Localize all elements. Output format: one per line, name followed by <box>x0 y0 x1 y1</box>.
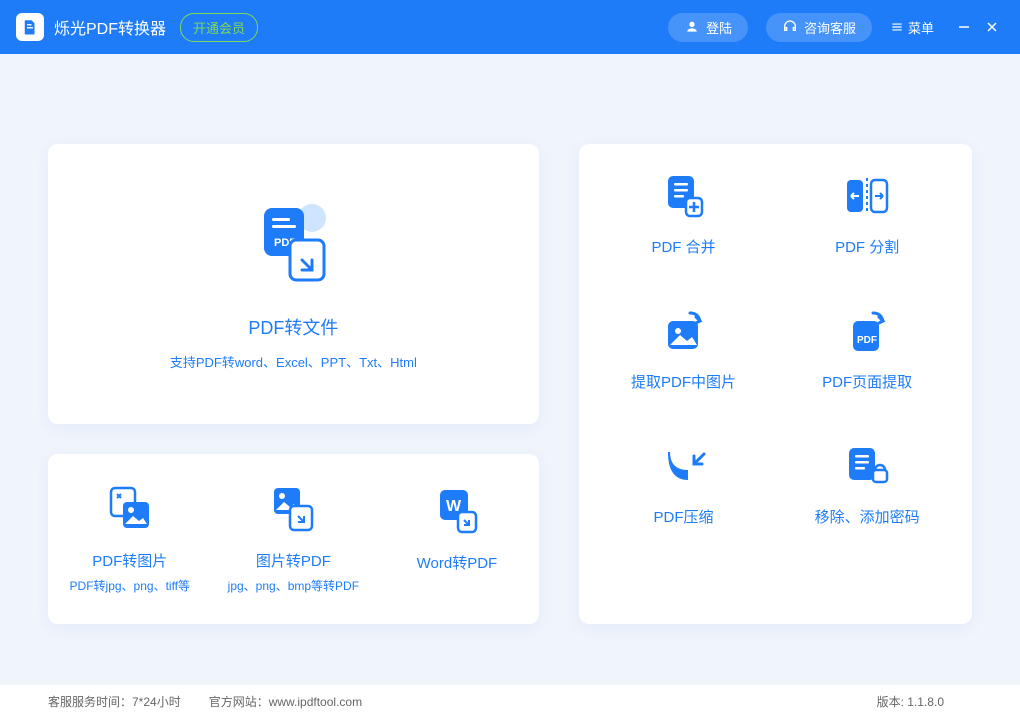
svg-text:PDF: PDF <box>857 335 877 346</box>
hero-title: PDF转文件 <box>248 314 338 340</box>
official-website[interactable]: 官方网站：www.ipdftool.com <box>209 693 362 710</box>
card-title: PDF压缩 <box>654 506 714 527</box>
titlebar: 烁光PDF转换器 开通会员 登陆 咨询客服 菜单 <box>0 0 1020 54</box>
app-title: 烁光PDF转换器 <box>54 15 166 39</box>
pdf-merge-card[interactable]: PDF 合并 <box>597 172 771 257</box>
image-to-pdf-icon <box>268 484 318 534</box>
pdf-compress-card[interactable]: PDF压缩 <box>597 442 771 527</box>
minimize-button[interactable] <box>952 15 976 39</box>
pdf-to-file-icon: PDF <box>248 198 338 288</box>
hamburger-icon <box>890 20 904 34</box>
card-title: PDF转图片 <box>92 550 167 571</box>
app-logo <box>16 13 44 41</box>
card-title: PDF 合并 <box>651 236 715 257</box>
pdf-split-card[interactable]: PDF 分割 <box>780 172 954 257</box>
main-content: PDF PDF转文件 支持PDF转word、Excel、PPT、Txt、Html <box>0 54 1020 624</box>
pdf-split-icon <box>843 172 891 220</box>
support-button[interactable]: 咨询客服 <box>766 13 872 42</box>
pdf-password-card[interactable]: 移除、添加密码 <box>780 442 954 527</box>
card-title: 移除、添加密码 <box>815 506 920 527</box>
extract-images-card[interactable]: 提取PDF中图片 <box>597 307 771 392</box>
service-time: 客服服务时间：7*24小时 <box>48 693 181 710</box>
card-subtitle: PDF转jpg、png、tiff等 <box>70 577 191 594</box>
card-title: Word转PDF <box>417 552 498 573</box>
card-title: PDF页面提取 <box>822 371 912 392</box>
extract-pages-card[interactable]: PDF PDF页面提取 <box>780 307 954 392</box>
pdf-to-image-icon <box>105 484 155 534</box>
word-to-pdf-card[interactable]: W Word转PDF <box>375 454 539 624</box>
menu-button[interactable]: 菜单 <box>890 18 934 37</box>
login-button[interactable]: 登陆 <box>668 13 748 42</box>
card-title: 图片转PDF <box>256 550 331 571</box>
vip-button[interactable]: 开通会员 <box>180 13 258 42</box>
word-to-pdf-icon: W <box>432 486 482 536</box>
close-button[interactable] <box>980 15 1004 39</box>
hero-subtitle: 支持PDF转word、Excel、PPT、Txt、Html <box>170 352 417 371</box>
pdf-merge-icon <box>660 172 708 220</box>
user-icon <box>684 19 700 35</box>
card-title: PDF 分割 <box>835 236 899 257</box>
version-label: 版本: 1.1.8.0 <box>877 693 944 710</box>
minimize-icon <box>958 21 970 33</box>
close-icon <box>986 21 998 33</box>
card-subtitle: jpg、png、bmp等转PDF <box>228 577 359 594</box>
pdf-compress-icon <box>660 442 708 490</box>
card-title: 提取PDF中图片 <box>631 371 736 392</box>
pdf-to-file-card[interactable]: PDF PDF转文件 支持PDF转word、Excel、PPT、Txt、Html <box>48 144 539 424</box>
pdf-password-icon <box>843 442 891 490</box>
image-to-pdf-card[interactable]: 图片转PDF jpg、png、bmp等转PDF <box>212 454 376 624</box>
extract-images-icon <box>660 307 708 355</box>
pdf-to-image-card[interactable]: PDF转图片 PDF转jpg、png、tiff等 <box>48 454 212 624</box>
statusbar: 客服服务时间：7*24小时 官方网站：www.ipdftool.com 版本: … <box>0 685 1020 717</box>
extract-pages-icon: PDF <box>843 307 891 355</box>
headset-icon <box>782 19 798 35</box>
